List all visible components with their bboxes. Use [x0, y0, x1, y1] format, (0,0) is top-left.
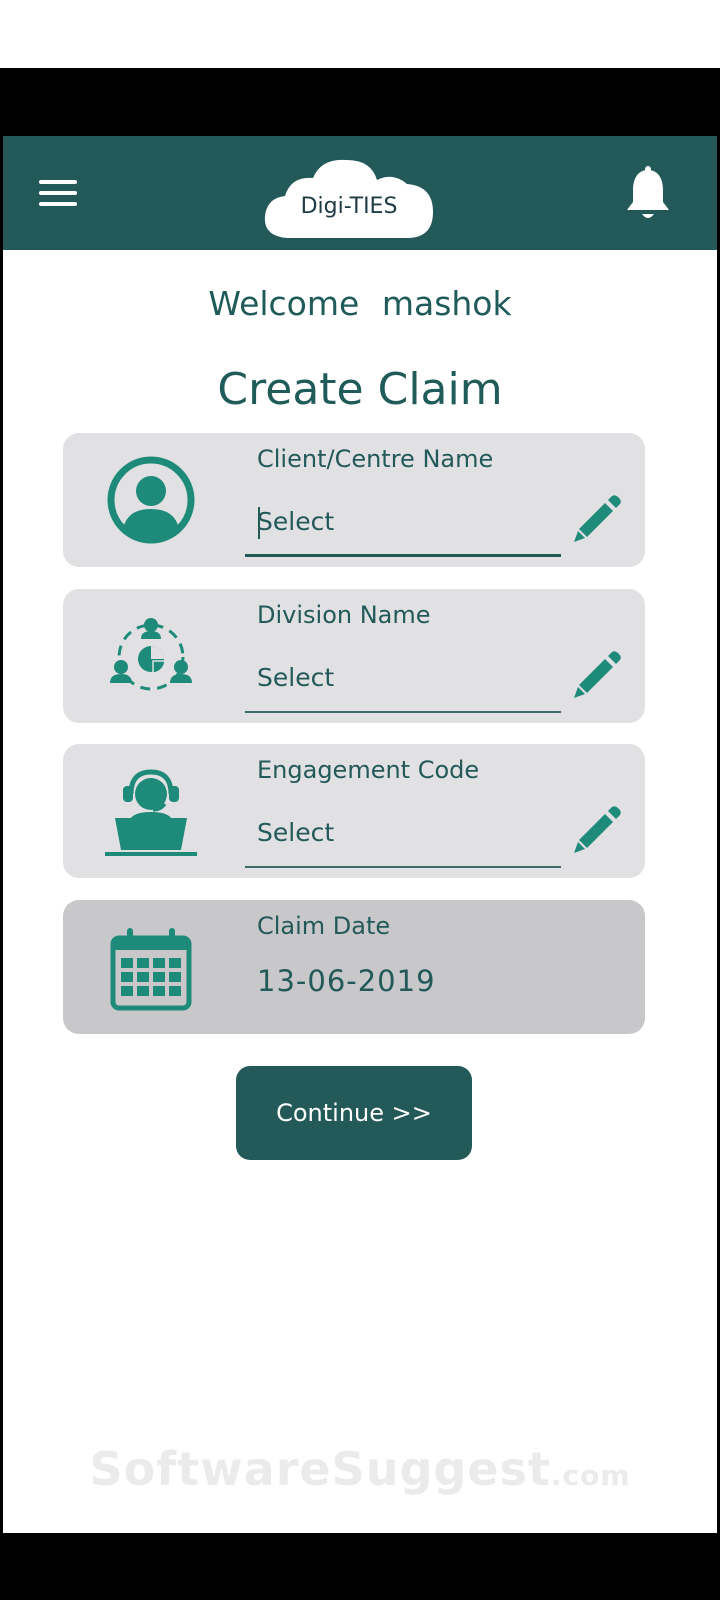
app-screen: Digi-TIES Welcome mashok Create Claim Cl… — [3, 136, 717, 1533]
engagement-value: Select — [257, 818, 335, 847]
engagement-label: Engagement Code — [257, 756, 480, 784]
continue-button[interactable]: Continue >> — [236, 1066, 472, 1160]
division-label: Division Name — [257, 601, 431, 629]
watermark: SoftwareSuggest.com — [3, 1442, 717, 1496]
engagement-card: Engagement Code Select — [63, 744, 645, 878]
client-centre-card: Client/Centre Name Select — [63, 433, 645, 567]
pencil-edit-icon[interactable] — [569, 800, 625, 856]
client-centre-label: Client/Centre Name — [257, 445, 494, 473]
claim-date-card[interactable]: Claim Date 13-06-2019 — [63, 900, 645, 1034]
team-network-icon — [110, 618, 192, 691]
pencil-edit-icon[interactable] — [569, 489, 625, 545]
page-title: Create Claim — [217, 364, 503, 415]
headset-agent-icon — [105, 769, 197, 856]
app-bar: Digi-TIES — [3, 136, 717, 250]
client-centre-value: Select — [257, 507, 335, 536]
bell-icon[interactable] — [623, 164, 673, 224]
watermark-main: SoftwareSuggest — [89, 1442, 551, 1496]
engagement-input[interactable]: Select — [245, 806, 561, 868]
calendar-icon — [110, 928, 192, 1011]
division-input[interactable]: Select — [245, 651, 561, 713]
digi-ties-logo: Digi-TIES — [261, 156, 437, 250]
watermark-suffix: .com — [550, 1459, 631, 1492]
hamburger-menu-icon[interactable] — [39, 180, 79, 210]
user-circle-icon — [107, 456, 195, 544]
navigation-bar-area — [0, 1533, 720, 1600]
division-card: Division Name Select — [63, 589, 645, 723]
welcome-message: Welcome mashok — [3, 284, 717, 323]
welcome-username: mashok — [381, 284, 512, 323]
welcome-greeting: Welcome — [208, 284, 360, 323]
logo-text: Digi-TIES — [300, 194, 398, 219]
claim-date-label: Claim Date — [257, 912, 391, 940]
division-value: Select — [257, 663, 335, 692]
client-centre-input[interactable]: Select — [245, 495, 561, 557]
pencil-edit-icon[interactable] — [569, 645, 625, 701]
claim-date-value: 13-06-2019 — [257, 964, 436, 998]
status-bar-area — [0, 68, 720, 136]
